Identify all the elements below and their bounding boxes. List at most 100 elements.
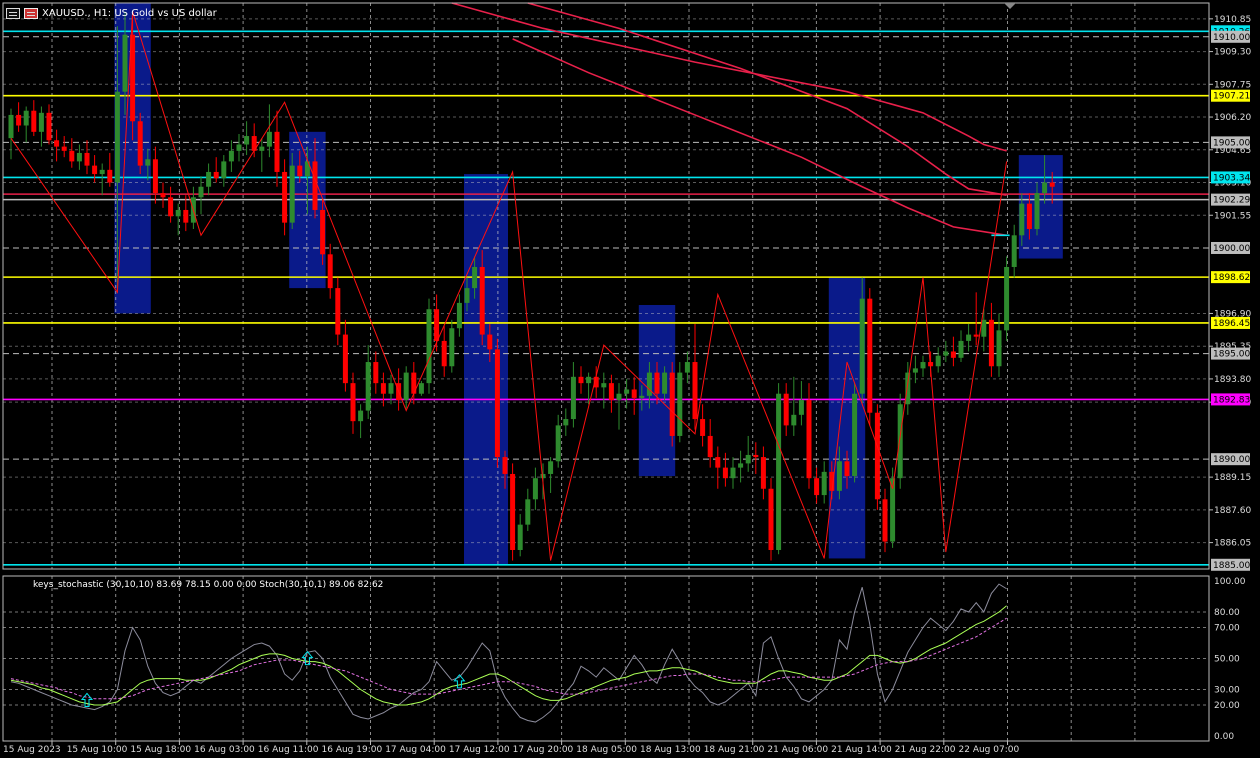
level-badge-text: 1890.00 [1213,455,1250,465]
bear-candle [183,209,189,223]
bear-candle [631,389,637,398]
bull-candle [897,404,903,479]
bear-candle [814,478,820,496]
price-axis-label: 1887.60 [1214,506,1251,516]
bear-candle [1026,203,1032,229]
bear-candle [373,362,379,384]
time-axis-label: 18 Aug 05:00 [576,745,637,755]
bear-candle [608,383,614,401]
price-axis-label: 1901.55 [1214,211,1251,221]
bull-candle [1019,203,1025,236]
bull-candle [206,171,212,187]
bull-candle [198,186,204,198]
bear-candle [510,473,516,550]
bull-candle [821,471,827,496]
bull-candle [517,524,523,550]
bull-candle [426,309,432,384]
bear-candle [54,140,60,147]
price-axis-label: 1906.20 [1214,113,1251,123]
bull-candle [525,499,531,525]
bull-candle [791,414,797,426]
bull-candle [966,334,972,341]
stochastic-indicator-label: keys_stochastic (30,10,10) 83.69 78.15 0… [33,580,384,590]
bear-candle [973,334,979,337]
bear-candle [715,457,721,468]
level-badge-text: 1902.29 [1213,196,1250,206]
bear-candle [753,454,759,458]
bear-candle [320,209,326,255]
stoch-axis-label: 20.00 [1214,701,1240,711]
bull-candle [1011,235,1017,267]
level-badge-text: 1900.00 [1213,244,1250,254]
time-axis-label: 21 Aug 06:00 [767,745,828,755]
level-badge-text: 1895.00 [1213,350,1250,360]
bull-candle [1004,266,1010,331]
bull-candle [236,144,242,151]
bear-candle [479,266,485,335]
bull-candle [776,393,782,550]
bear-candle [806,400,812,479]
bear-candle [107,169,113,183]
time-axis-label: 18 Aug 21:00 [704,745,765,755]
bull-candle [266,131,272,147]
bear-candle [92,165,98,175]
bull-candle [624,389,630,394]
symbol-flag-icon[interactable] [24,7,38,19]
time-axis-label: 17 Aug 12:00 [449,745,510,755]
bear-candle [502,457,508,474]
bull-candle [996,330,1002,367]
bear-candle [350,383,356,422]
bear-candle [783,393,789,426]
time-axis-label: 17 Aug 20:00 [513,745,574,755]
chart-title: XAUUSD., H1: US Gold vs US dollar [42,7,217,19]
bull-candle [1034,193,1040,229]
bear-candle [168,197,174,217]
bull-candle [175,209,181,217]
chart-menu-icon[interactable] [6,7,20,19]
level-badge-text: 1885.00 [1213,561,1250,571]
bear-candle [700,419,706,436]
bull-candle [358,410,364,422]
bull-candle [99,169,105,175]
bull-candle [23,110,29,126]
bear-candle [282,171,288,223]
bull-candle [745,454,751,464]
bull-candle [730,467,736,479]
time-axis-label: 16 Aug 11:00 [258,745,319,755]
bear-candle [487,334,493,350]
stoch-axis-label: 0.00 [1214,732,1234,742]
bull-candle [449,328,455,367]
bear-candle [874,412,880,500]
stoch-axis-label: 80.00 [1214,608,1240,618]
price-axis-label: 1907.75 [1214,80,1251,90]
bear-candle [380,383,386,394]
bear-candle [297,165,303,177]
bear-candle [213,171,219,179]
bull-candle [540,473,546,479]
bear-candle [669,372,675,436]
bull-candle [289,165,295,223]
price-chart[interactable]: 1910.851909.301907.751906.201904.651903.… [0,0,1260,758]
bear-candle [31,110,37,132]
bull-candle [464,288,470,303]
bear-candle [950,351,956,358]
level-badge-text: 1910.00 [1213,33,1250,43]
level-badge-text: 1905.00 [1213,138,1250,148]
bear-candle [312,161,318,210]
bull-candle [403,372,409,401]
bull-candle [859,298,865,394]
bear-candle [434,309,440,341]
time-axis-label: 15 Aug 2023 [3,745,61,755]
time-axis-label: 15 Aug 18:00 [130,745,191,755]
time-axis-label: 21 Aug 14:00 [831,745,892,755]
time-axis-label: 18 Aug 13:00 [640,745,701,755]
bull-candle [601,383,607,388]
time-axis-label: 16 Aug 03:00 [194,745,255,755]
bull-candle [905,372,911,405]
stoch-axis-label: 50.00 [1214,655,1240,665]
bull-candle [639,395,645,398]
bear-candle [494,349,500,458]
bull-candle [145,159,151,166]
bull-candle [532,478,538,500]
bear-candle [46,112,52,141]
